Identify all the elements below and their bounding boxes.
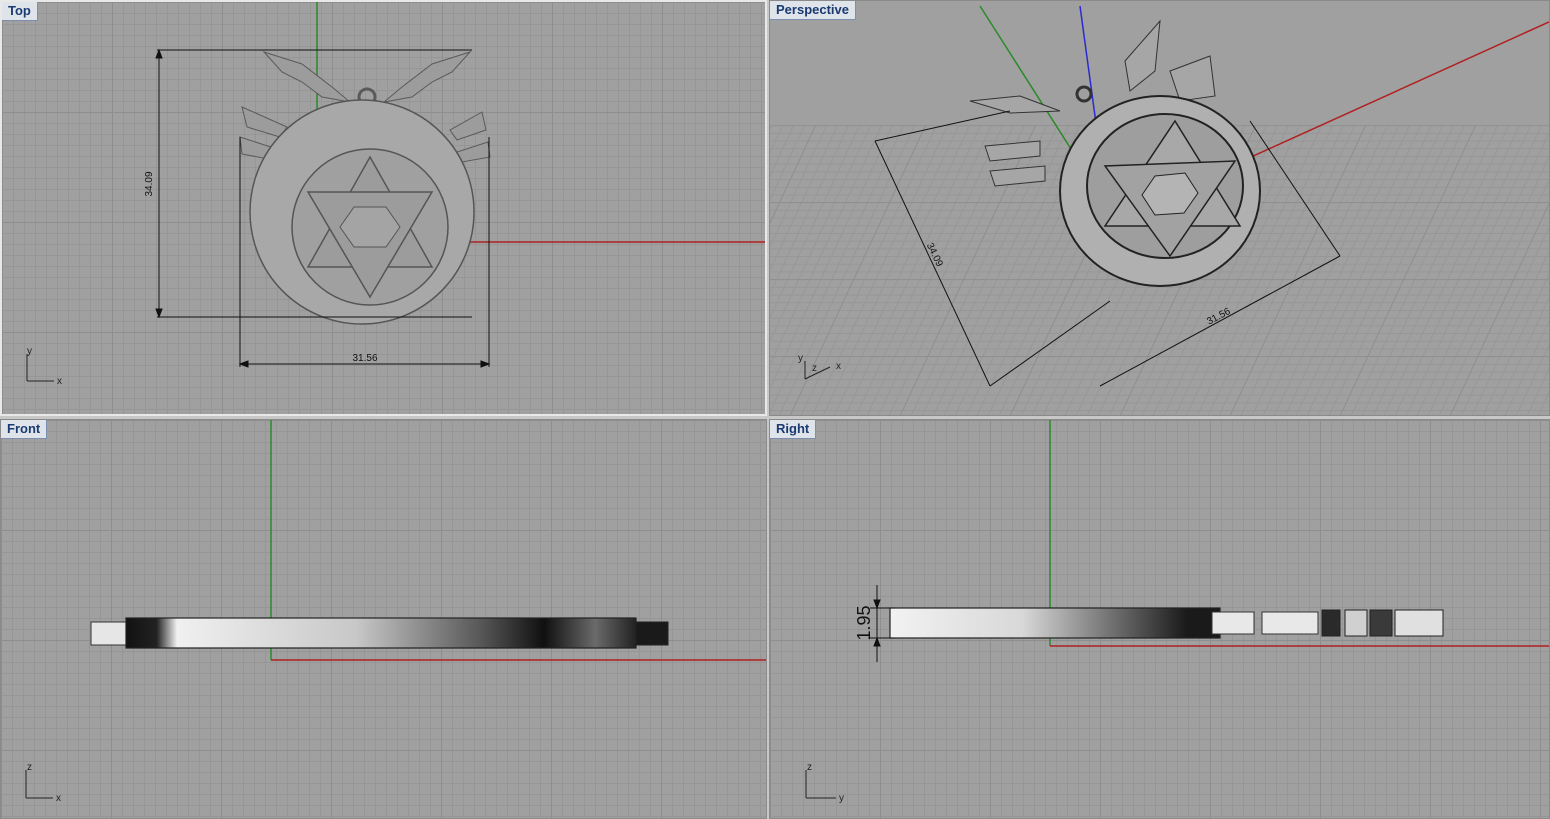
svg-text:y: y xyxy=(839,793,844,804)
dim-height-label: 34.09 xyxy=(144,171,155,196)
viewport-right[interactable]: Right 1.95 z y xyxy=(769,419,1550,819)
dim-thickness-label: 1.95 xyxy=(854,605,874,640)
svg-text:z: z xyxy=(812,363,817,374)
viewport-title-perspective[interactable]: Perspective xyxy=(770,1,856,20)
viewport-title-front[interactable]: Front xyxy=(1,420,48,439)
perspective-view-canvas: 34.09 31.56 y z x xyxy=(798,5,1549,387)
svg-text:z: z xyxy=(807,762,812,773)
right-view-canvas: 1.95 z y xyxy=(805,420,1549,804)
viewport-title-right[interactable]: Right xyxy=(770,420,817,439)
pendant-model[interactable] xyxy=(239,50,491,325)
pendant-model[interactable] xyxy=(969,19,1261,287)
dim-height-label: 34.09 xyxy=(924,241,945,269)
viewport-title-top[interactable]: Top xyxy=(2,2,38,21)
svg-text:x: x xyxy=(56,793,61,804)
axis-indicator: z y xyxy=(805,762,844,804)
axis-indicator: z x xyxy=(25,762,61,804)
axis-indicator: y z x xyxy=(798,353,841,380)
pendant-model[interactable] xyxy=(889,607,1444,639)
viewport-perspective[interactable]: Perspective 34.09 31.56 y z x xyxy=(769,0,1550,416)
viewport-top[interactable]: Top 34.09 31.56 y x xyxy=(0,0,767,416)
dim-width-label: 31.56 xyxy=(1205,306,1233,328)
pendant-model[interactable] xyxy=(90,617,669,649)
top-view-canvas: 34.09 31.56 y x xyxy=(26,2,765,387)
svg-text:x: x xyxy=(836,361,841,372)
svg-text:y: y xyxy=(27,346,32,357)
axis-indicator: y x xyxy=(26,346,62,387)
svg-text:x: x xyxy=(57,376,62,387)
dim-width-label: 31.56 xyxy=(352,353,377,364)
svg-text:z: z xyxy=(27,762,32,773)
front-view-canvas: z x xyxy=(25,420,766,804)
viewport-front[interactable]: Front z x xyxy=(0,419,767,819)
svg-text:y: y xyxy=(798,353,803,364)
